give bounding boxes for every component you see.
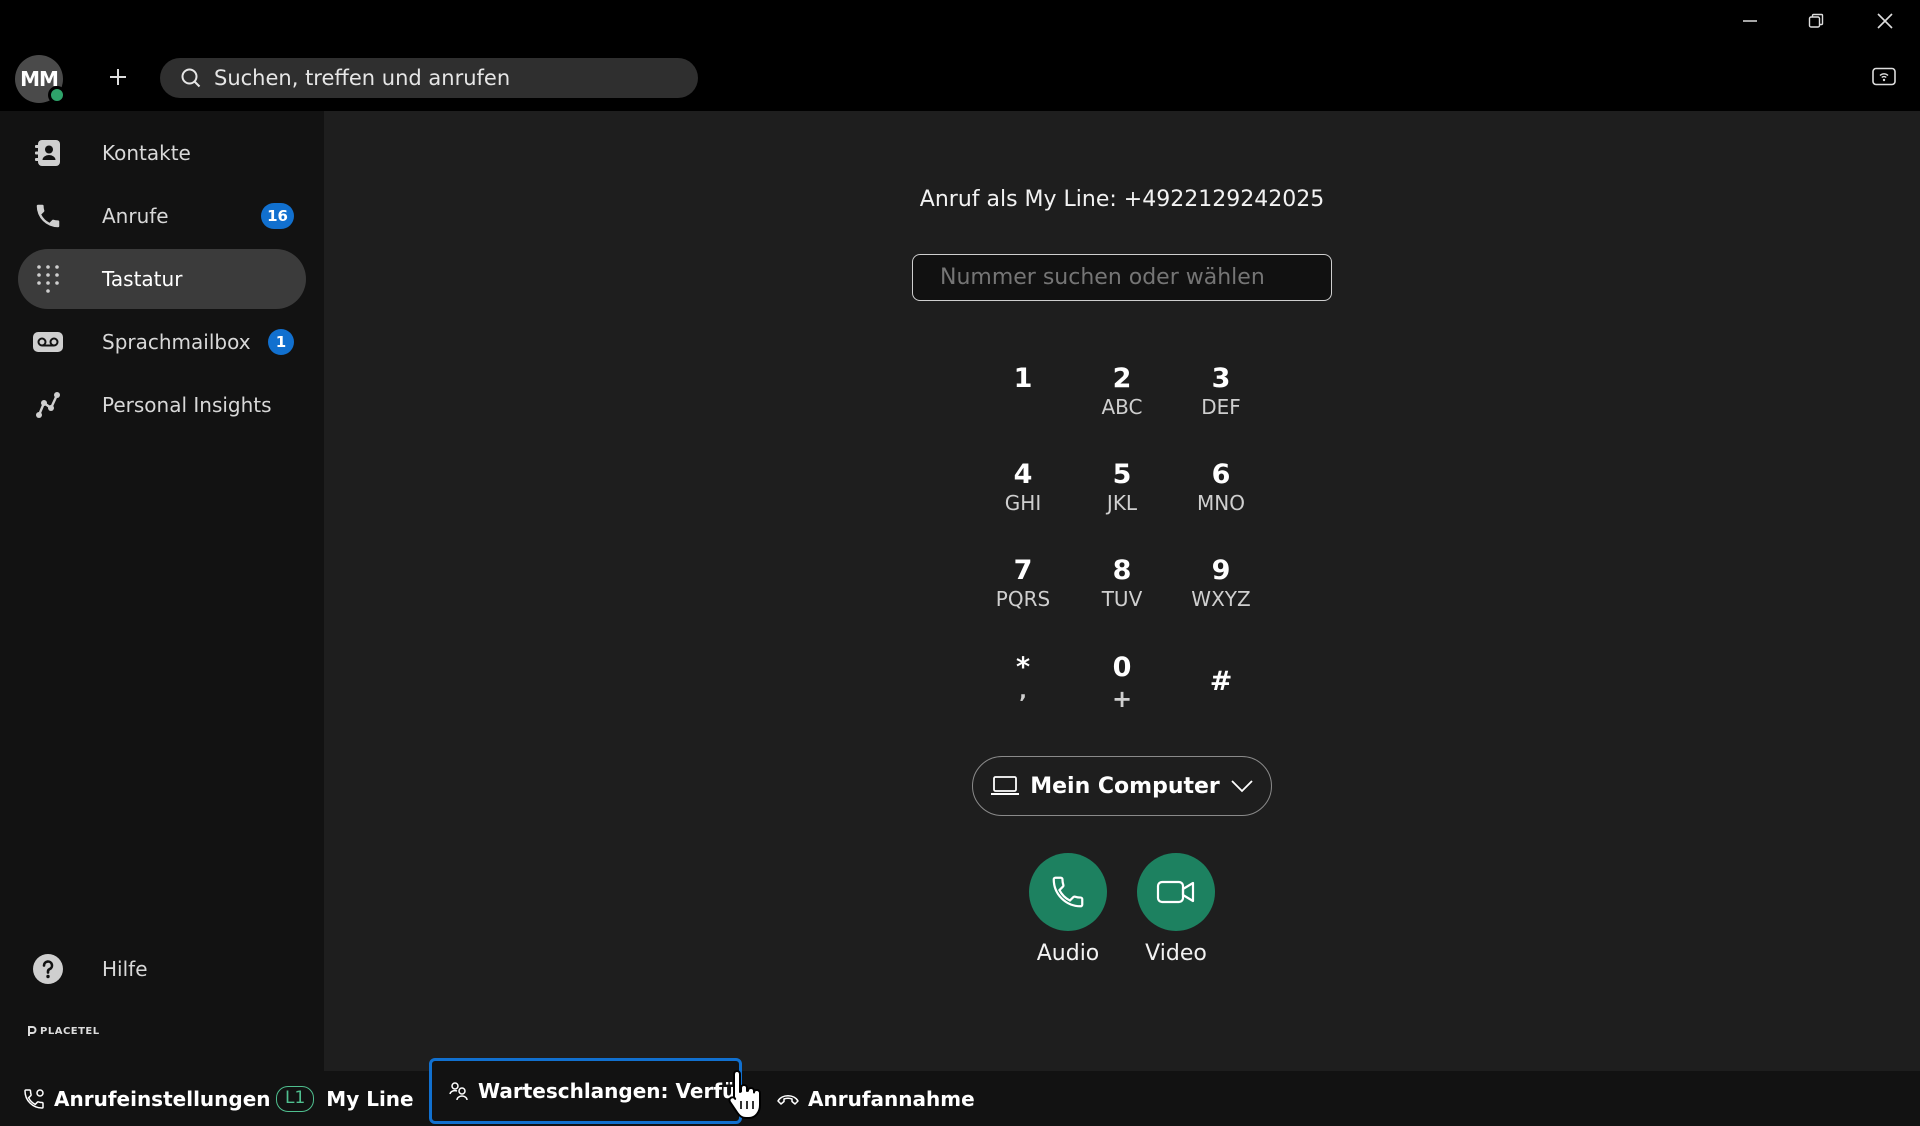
key-1[interactable]: 1 (978, 363, 1068, 443)
key-letters: PQRS (995, 587, 1051, 611)
key-7[interactable]: 7 PQRS (978, 555, 1068, 635)
key-letters: MNO (1197, 491, 1245, 515)
key-digit: 8 (1112, 555, 1132, 586)
key-star[interactable]: *, (978, 652, 1068, 732)
device-label: Mein Computer (1030, 773, 1220, 799)
key-digit: 2 (1112, 363, 1132, 394)
sidebar-item-label: Kontakte (102, 141, 191, 165)
call-as-label: Anruf als My Line: +4922129242025 (919, 187, 1325, 212)
key-digit: 4 (1013, 459, 1033, 490)
call-pickup-icon (777, 1094, 799, 1105)
sidebar-item-kontakte[interactable]: Kontakte (18, 123, 306, 183)
call-pickup-button[interactable]: Anrufannahme (776, 1071, 975, 1126)
key-digit: 5 (1112, 459, 1132, 490)
search-placeholder: Suchen, treffen und anrufen (214, 66, 511, 90)
brand-name: PLACETEL (40, 1025, 100, 1037)
voicemail-badge: 1 (268, 329, 294, 355)
video-camera-icon (1156, 880, 1195, 904)
queue-people-icon (449, 1082, 468, 1101)
title-bar: MM Suchen, treffen und anrufen (0, 0, 1920, 111)
sidebar-item-label: Sprachmailbox (102, 330, 251, 354)
key-6[interactable]: 6 MNO (1176, 459, 1266, 539)
key-digit: 6 (1211, 459, 1231, 490)
help-label: Hilfe (102, 957, 148, 981)
phone-icon (1052, 876, 1084, 908)
queue-status-button[interactable]: Warteschlangen: Verfügbar (429, 1058, 742, 1124)
call-settings-label: Anrufeinstellungen (54, 1086, 271, 1111)
key-letters: DEF (1201, 395, 1241, 419)
video-call-button[interactable] (1137, 853, 1215, 931)
key-4[interactable]: 4 GHI (978, 459, 1068, 539)
call-settings-button[interactable]: Anrufeinstellungen (22, 1071, 271, 1126)
presence-indicator (48, 86, 66, 104)
status-bar: Anrufeinstellungen L1 My Line Anrufannah… (0, 1071, 1920, 1126)
screen-share-icon[interactable] (1872, 67, 1896, 87)
minimize-icon (1743, 20, 1757, 22)
dial-number-input[interactable] (912, 254, 1332, 301)
line-name: My Line (326, 1086, 414, 1111)
key-letters: ABC (1101, 395, 1143, 419)
placetel-logo-icon (28, 1026, 37, 1036)
audio-label: Audio (1036, 941, 1100, 966)
call-settings-icon (24, 1088, 44, 1109)
key-letters: JKL (1106, 491, 1138, 515)
key-letters: WXYZ (1191, 587, 1251, 611)
restore-button[interactable] (1793, 6, 1839, 36)
key-hash[interactable]: # (1176, 666, 1266, 746)
sidebar-item-label: Personal Insights (102, 393, 272, 417)
line-selector[interactable]: L1 My Line (276, 1071, 414, 1126)
key-digit: 3 (1211, 363, 1231, 394)
dialpad-icon (30, 261, 66, 297)
key-digit: 0 (1112, 652, 1132, 683)
sidebar-item-anrufe[interactable]: Anrufe 16 (18, 186, 306, 246)
voicemail-icon (30, 324, 66, 360)
sidebar-item-personal-insights[interactable]: Personal Insights (18, 375, 306, 435)
global-search[interactable]: Suchen, treffen und anrufen (160, 58, 698, 98)
chevron-down-icon (1231, 780, 1253, 793)
key-5[interactable]: 5 JKL (1077, 459, 1167, 539)
new-button[interactable] (103, 62, 133, 94)
key-9[interactable]: 9 WXYZ (1176, 555, 1266, 635)
key-letters: + (1111, 685, 1133, 713)
key-letters: GHI (1004, 491, 1042, 515)
help-icon (30, 951, 66, 987)
audio-call-button[interactable] (1029, 853, 1107, 931)
sidebar: Kontakte Anrufe 16 Tastatur Sprachmailbo… (0, 111, 324, 1071)
key-0[interactable]: 0 + (1077, 652, 1167, 732)
key-letters: TUV (1101, 587, 1143, 611)
key-digit: # (1209, 666, 1233, 697)
phone-icon (30, 198, 66, 234)
help-button[interactable]: Hilfe (18, 939, 306, 999)
dialer-panel: Anruf als My Line: +4922129242025 1 2ABC… (324, 111, 1920, 1071)
key-3[interactable]: 3 DEF (1176, 363, 1266, 443)
key-digit: 9 (1211, 555, 1231, 586)
plus-icon (110, 69, 126, 85)
close-button[interactable] (1862, 6, 1908, 36)
device-selector[interactable]: Mein Computer (972, 756, 1272, 816)
sidebar-item-sprachmailbox[interactable]: Sprachmailbox 1 (18, 312, 306, 372)
search-icon (181, 68, 201, 88)
laptop-icon (991, 776, 1020, 795)
brand-logo: PLACETEL (27, 1025, 100, 1037)
call-pickup-label: Anrufannahme (808, 1086, 975, 1111)
insights-icon (30, 387, 66, 423)
queue-status-label: Warteschlangen: Verfügbar (478, 1079, 739, 1103)
hand-pointer-icon (728, 1070, 761, 1119)
sidebar-item-label: Anrufe (102, 204, 169, 228)
key-digit: 1 (1013, 363, 1033, 394)
key-2[interactable]: 2 ABC (1077, 363, 1167, 443)
sidebar-item-label: Tastatur (102, 267, 183, 291)
key-8[interactable]: 8 TUV (1077, 555, 1167, 635)
minimize-button[interactable] (1727, 6, 1773, 36)
key-digit: 7 (1013, 555, 1033, 586)
restore-icon (1808, 13, 1824, 28)
sidebar-item-tastatur[interactable]: Tastatur (18, 249, 306, 309)
video-label: Video (1145, 941, 1207, 966)
key-letters: , (1019, 679, 1027, 703)
close-icon (1877, 13, 1893, 29)
avatar[interactable]: MM (15, 55, 66, 104)
missed-calls-badge: 16 (261, 203, 294, 229)
line-badge: L1 (276, 1085, 315, 1112)
contacts-icon (30, 135, 66, 171)
